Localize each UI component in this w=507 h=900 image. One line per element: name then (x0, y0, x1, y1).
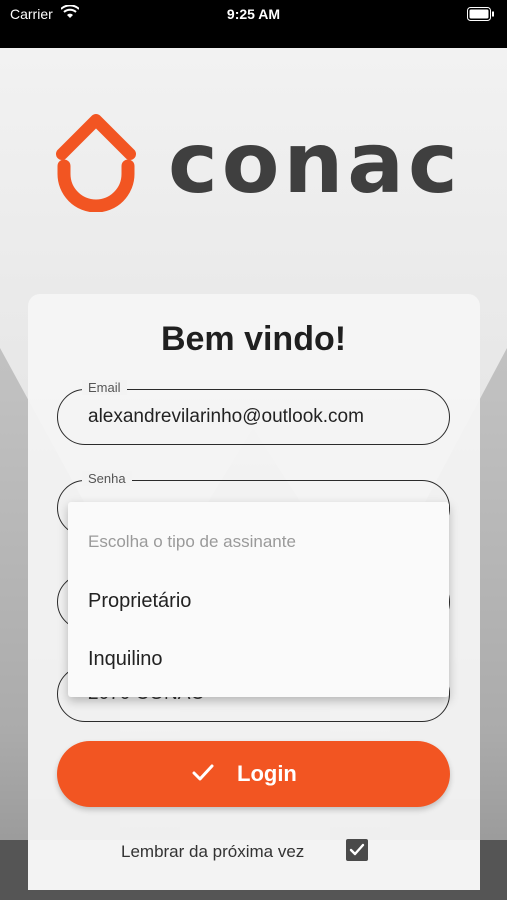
subscriber-type-dropdown[interactable]: Escolha o tipo de assinante Proprietário… (68, 502, 449, 697)
checkmark-icon (349, 843, 365, 856)
check-icon (192, 764, 214, 781)
remember-checkbox[interactable] (346, 839, 368, 861)
battery-icon (467, 7, 494, 21)
remember-label: Lembrar da próxima vez (121, 842, 305, 861)
dropdown-placeholder: Escolha o tipo de assinante (88, 532, 296, 551)
password-label: Senha (82, 471, 132, 486)
conac-logo-icon (56, 114, 136, 212)
option-inquilino[interactable]: Inquilino (88, 648, 163, 671)
clock: 9:25 AM (226, 6, 281, 22)
option-proprietario[interactable]: Proprietário (88, 590, 191, 613)
welcome-title: Bem vindo! (160, 320, 347, 358)
conac-logo-text: conac (168, 114, 462, 212)
login-button[interactable]: Login (57, 741, 450, 807)
login-label: Login (237, 761, 297, 786)
email-value[interactable]: alexandrevilarinho@outlook.com (88, 406, 364, 428)
email-label: Email (82, 380, 127, 395)
status-bar: Carrier 9:25 AM (0, 0, 507, 48)
